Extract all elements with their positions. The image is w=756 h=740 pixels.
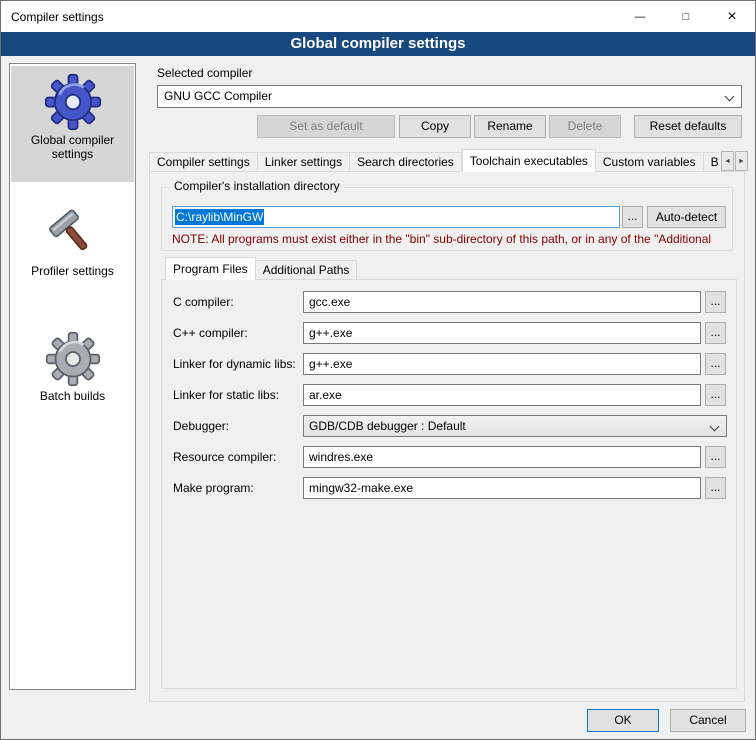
tab-compiler-settings[interactable]: Compiler settings: [149, 152, 258, 171]
tab-search-directories[interactable]: Search directories: [350, 152, 462, 171]
tab-program-files[interactable]: Program Files: [165, 257, 256, 280]
dynamic-linker-browse-button[interactable]: ...: [705, 353, 726, 375]
make-program-row: Make program: mingw32-make.exe ...: [161, 477, 735, 499]
minimize-icon[interactable]: —: [617, 1, 663, 32]
tab-scroll-right-icon[interactable]: ►: [735, 151, 748, 171]
tab-linker-settings[interactable]: Linker settings: [258, 152, 350, 171]
debugger-row: Debugger: GDB/CDB debugger : Default: [161, 415, 735, 437]
dynamic-linker-input[interactable]: g++.exe: [303, 353, 701, 375]
global-compiler-gear-icon: [44, 73, 102, 131]
installation-directory-note: NOTE: All programs must exist either in …: [172, 232, 730, 246]
tab-additional-paths[interactable]: Additional Paths: [256, 260, 358, 279]
sidebar-item-global-compiler-settings[interactable]: Global compiler settings: [11, 66, 134, 182]
cpp-compiler-label: C++ compiler:: [173, 322, 248, 344]
cpp-compiler-input[interactable]: g++.exe: [303, 322, 701, 344]
set-as-default-button[interactable]: Set as default: [257, 115, 395, 138]
window-title: Compiler settings: [1, 10, 104, 24]
ok-button[interactable]: OK: [587, 709, 659, 732]
c-compiler-browse-button[interactable]: ...: [705, 291, 726, 313]
page-title: Global compiler settings: [1, 32, 755, 56]
close-icon[interactable]: ×: [709, 1, 755, 32]
installation-directory-browse-button[interactable]: ...: [622, 206, 643, 228]
c-compiler-row: C compiler: gcc.exe ...: [161, 291, 735, 313]
make-program-input[interactable]: mingw32-make.exe: [303, 477, 701, 499]
auto-detect-button[interactable]: Auto-detect: [647, 206, 726, 228]
c-compiler-label: C compiler:: [173, 291, 234, 313]
profiler-settings-icon: [46, 206, 100, 262]
sidebar-item-label: Profiler settings: [11, 262, 134, 282]
make-program-label: Make program:: [173, 477, 254, 499]
tab-scroll-left-icon[interactable]: ◄: [721, 151, 734, 171]
sidebar-item-batch-builds[interactable]: Batch builds: [11, 327, 134, 407]
rename-button[interactable]: Rename: [474, 115, 546, 138]
program-files-tabstrip: Program Files Additional Paths: [165, 257, 465, 280]
static-linker-input[interactable]: ar.exe: [303, 384, 701, 406]
chevron-down-icon: [710, 422, 720, 432]
cpp-compiler-browse-button[interactable]: ...: [705, 322, 726, 344]
sidebar-item-label: Global compiler settings: [11, 131, 134, 165]
settings-sidebar: Global compiler settings Profiler settin…: [9, 63, 136, 690]
sidebar-item-label: Batch builds: [11, 387, 134, 407]
selected-compiler-dropdown[interactable]: GNU GCC Compiler: [157, 85, 742, 108]
tab-toolchain-executables[interactable]: Toolchain executables: [462, 149, 596, 172]
c-compiler-input[interactable]: gcc.exe: [303, 291, 701, 313]
window-controls: — □ ×: [617, 1, 755, 32]
make-program-browse-button[interactable]: ...: [705, 477, 726, 499]
resource-compiler-input[interactable]: windres.exe: [303, 446, 701, 468]
sidebar-item-profiler-settings[interactable]: Profiler settings: [11, 202, 134, 282]
resource-compiler-browse-button[interactable]: ...: [705, 446, 726, 468]
titlebar: Compiler settings — □ ×: [1, 1, 755, 32]
settings-tabstrip: Compiler settings Linker settings Search…: [149, 149, 719, 172]
delete-button[interactable]: Delete: [549, 115, 621, 138]
resource-compiler-label: Resource compiler:: [173, 446, 276, 468]
selected-compiler-label: Selected compiler: [157, 66, 252, 80]
resource-compiler-row: Resource compiler: windres.exe ...: [161, 446, 735, 468]
debugger-dropdown[interactable]: GDB/CDB debugger : Default: [303, 415, 727, 437]
installation-directory-group: Compiler's installation directory C:\ray…: [161, 187, 733, 251]
dynamic-linker-row: Linker for dynamic libs: g++.exe ...: [161, 353, 735, 375]
installation-directory-group-label: Compiler's installation directory: [170, 179, 344, 193]
batch-builds-icon: [45, 331, 101, 387]
cancel-button[interactable]: Cancel: [670, 709, 746, 732]
installation-directory-input[interactable]: C:\raylib\MinGW: [172, 206, 620, 228]
compiler-settings-window: Compiler settings — □ × Global compiler …: [0, 0, 756, 740]
static-linker-row: Linker for static libs: ar.exe ...: [161, 384, 735, 406]
dynamic-linker-label: Linker for dynamic libs:: [173, 353, 296, 375]
selected-compiler-value: GNU GCC Compiler: [164, 89, 272, 103]
maximize-icon[interactable]: □: [663, 1, 709, 32]
chevron-down-icon: [725, 92, 735, 102]
copy-button[interactable]: Copy: [399, 115, 471, 138]
tab-build-options[interactable]: Build: [704, 152, 719, 171]
static-linker-label: Linker for static libs:: [173, 384, 279, 406]
installation-directory-value: C:\raylib\MinGW: [175, 209, 264, 225]
debugger-value: GDB/CDB debugger : Default: [309, 419, 466, 433]
tab-custom-variables[interactable]: Custom variables: [596, 152, 704, 171]
static-linker-browse-button[interactable]: ...: [705, 384, 726, 406]
reset-defaults-button[interactable]: Reset defaults: [634, 115, 742, 138]
debugger-label: Debugger:: [173, 415, 229, 437]
cpp-compiler-row: C++ compiler: g++.exe ...: [161, 322, 735, 344]
